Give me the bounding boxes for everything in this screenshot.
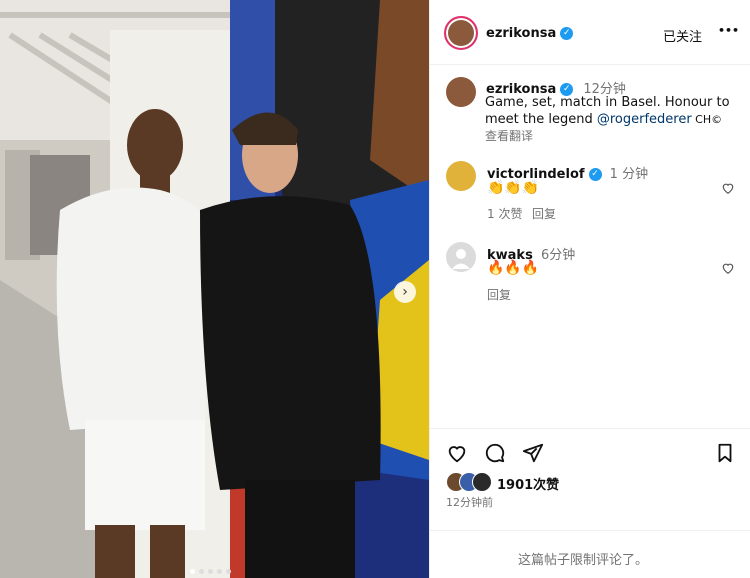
caption-line-1: Game, set, match in Basel. Honour to <box>485 95 730 110</box>
author-avatar[interactable] <box>444 16 478 50</box>
author-name-wrap[interactable]: ezrikonsa ✓ <box>486 26 574 41</box>
default-avatar-icon <box>452 249 470 269</box>
commenter-avatar[interactable] <box>446 242 476 272</box>
heart-icon[interactable] <box>446 442 468 464</box>
caption-avatar[interactable] <box>446 77 476 107</box>
comment-icon[interactable] <box>484 442 506 464</box>
translate-link[interactable]: 查看翻译 <box>485 127 533 144</box>
post-side-panel: ezrikonsa ✓ 已关注 ••• ezrikonsa ✓ 12分钟 Game,… <box>429 0 750 578</box>
comment-text: 🔥🔥🔥 <box>487 260 540 276</box>
next-arrow-icon[interactable]: › <box>394 281 416 303</box>
photo-illustration <box>0 0 429 578</box>
header-divider <box>430 64 750 65</box>
heart-icon[interactable] <box>721 261 735 275</box>
post-photo[interactable]: › <box>0 0 429 578</box>
reply-button[interactable]: 回复 <box>532 205 556 222</box>
carousel-dot <box>217 569 222 574</box>
caption-suffix: CH© <box>691 113 723 126</box>
mention-link[interactable]: @rogerfederer <box>597 112 692 127</box>
comment-text: 👏👏👏 <box>487 180 540 196</box>
comment-time: 6分钟 <box>540 248 576 263</box>
share-icon[interactable] <box>522 442 544 464</box>
reply-button[interactable]: 回复 <box>487 286 511 303</box>
caption-line-2: meet the legend @rogerfederer CH© <box>485 112 722 127</box>
comments-disabled-notice: 这篇帖子限制评论了。 <box>518 553 649 568</box>
carousel-dot <box>226 569 231 574</box>
carousel-dot <box>190 569 195 574</box>
footer-divider <box>430 530 750 531</box>
author-name[interactable]: ezrikonsa <box>486 26 556 41</box>
carousel-dot <box>208 569 213 574</box>
verified-icon: ✓ <box>588 168 602 181</box>
liker-avatar <box>472 472 492 492</box>
follow-status-button[interactable]: 已关注 <box>663 26 702 45</box>
more-options-button[interactable]: ••• <box>718 24 739 37</box>
commenter-avatar[interactable] <box>446 161 476 191</box>
carousel-dots <box>188 559 233 578</box>
comment-likes[interactable]: 1 次赞 <box>487 205 522 222</box>
comment-time: 1 分钟 <box>609 167 649 182</box>
heart-icon[interactable] <box>721 181 735 195</box>
verified-icon: ✓ <box>560 27 574 40</box>
post-time[interactable]: 12分钟前 <box>446 494 493 510</box>
carousel-dot <box>199 569 204 574</box>
bookmark-icon[interactable] <box>714 442 736 464</box>
like-count[interactable]: 1901次赞 <box>497 474 559 493</box>
post-modal: › ezrikonsa ✓ 已关注 ••• ezrikonsa ✓ 12分钟 Gam… <box>0 0 750 578</box>
actions-divider <box>430 428 750 429</box>
caption-prefix: meet the legend <box>485 112 597 127</box>
